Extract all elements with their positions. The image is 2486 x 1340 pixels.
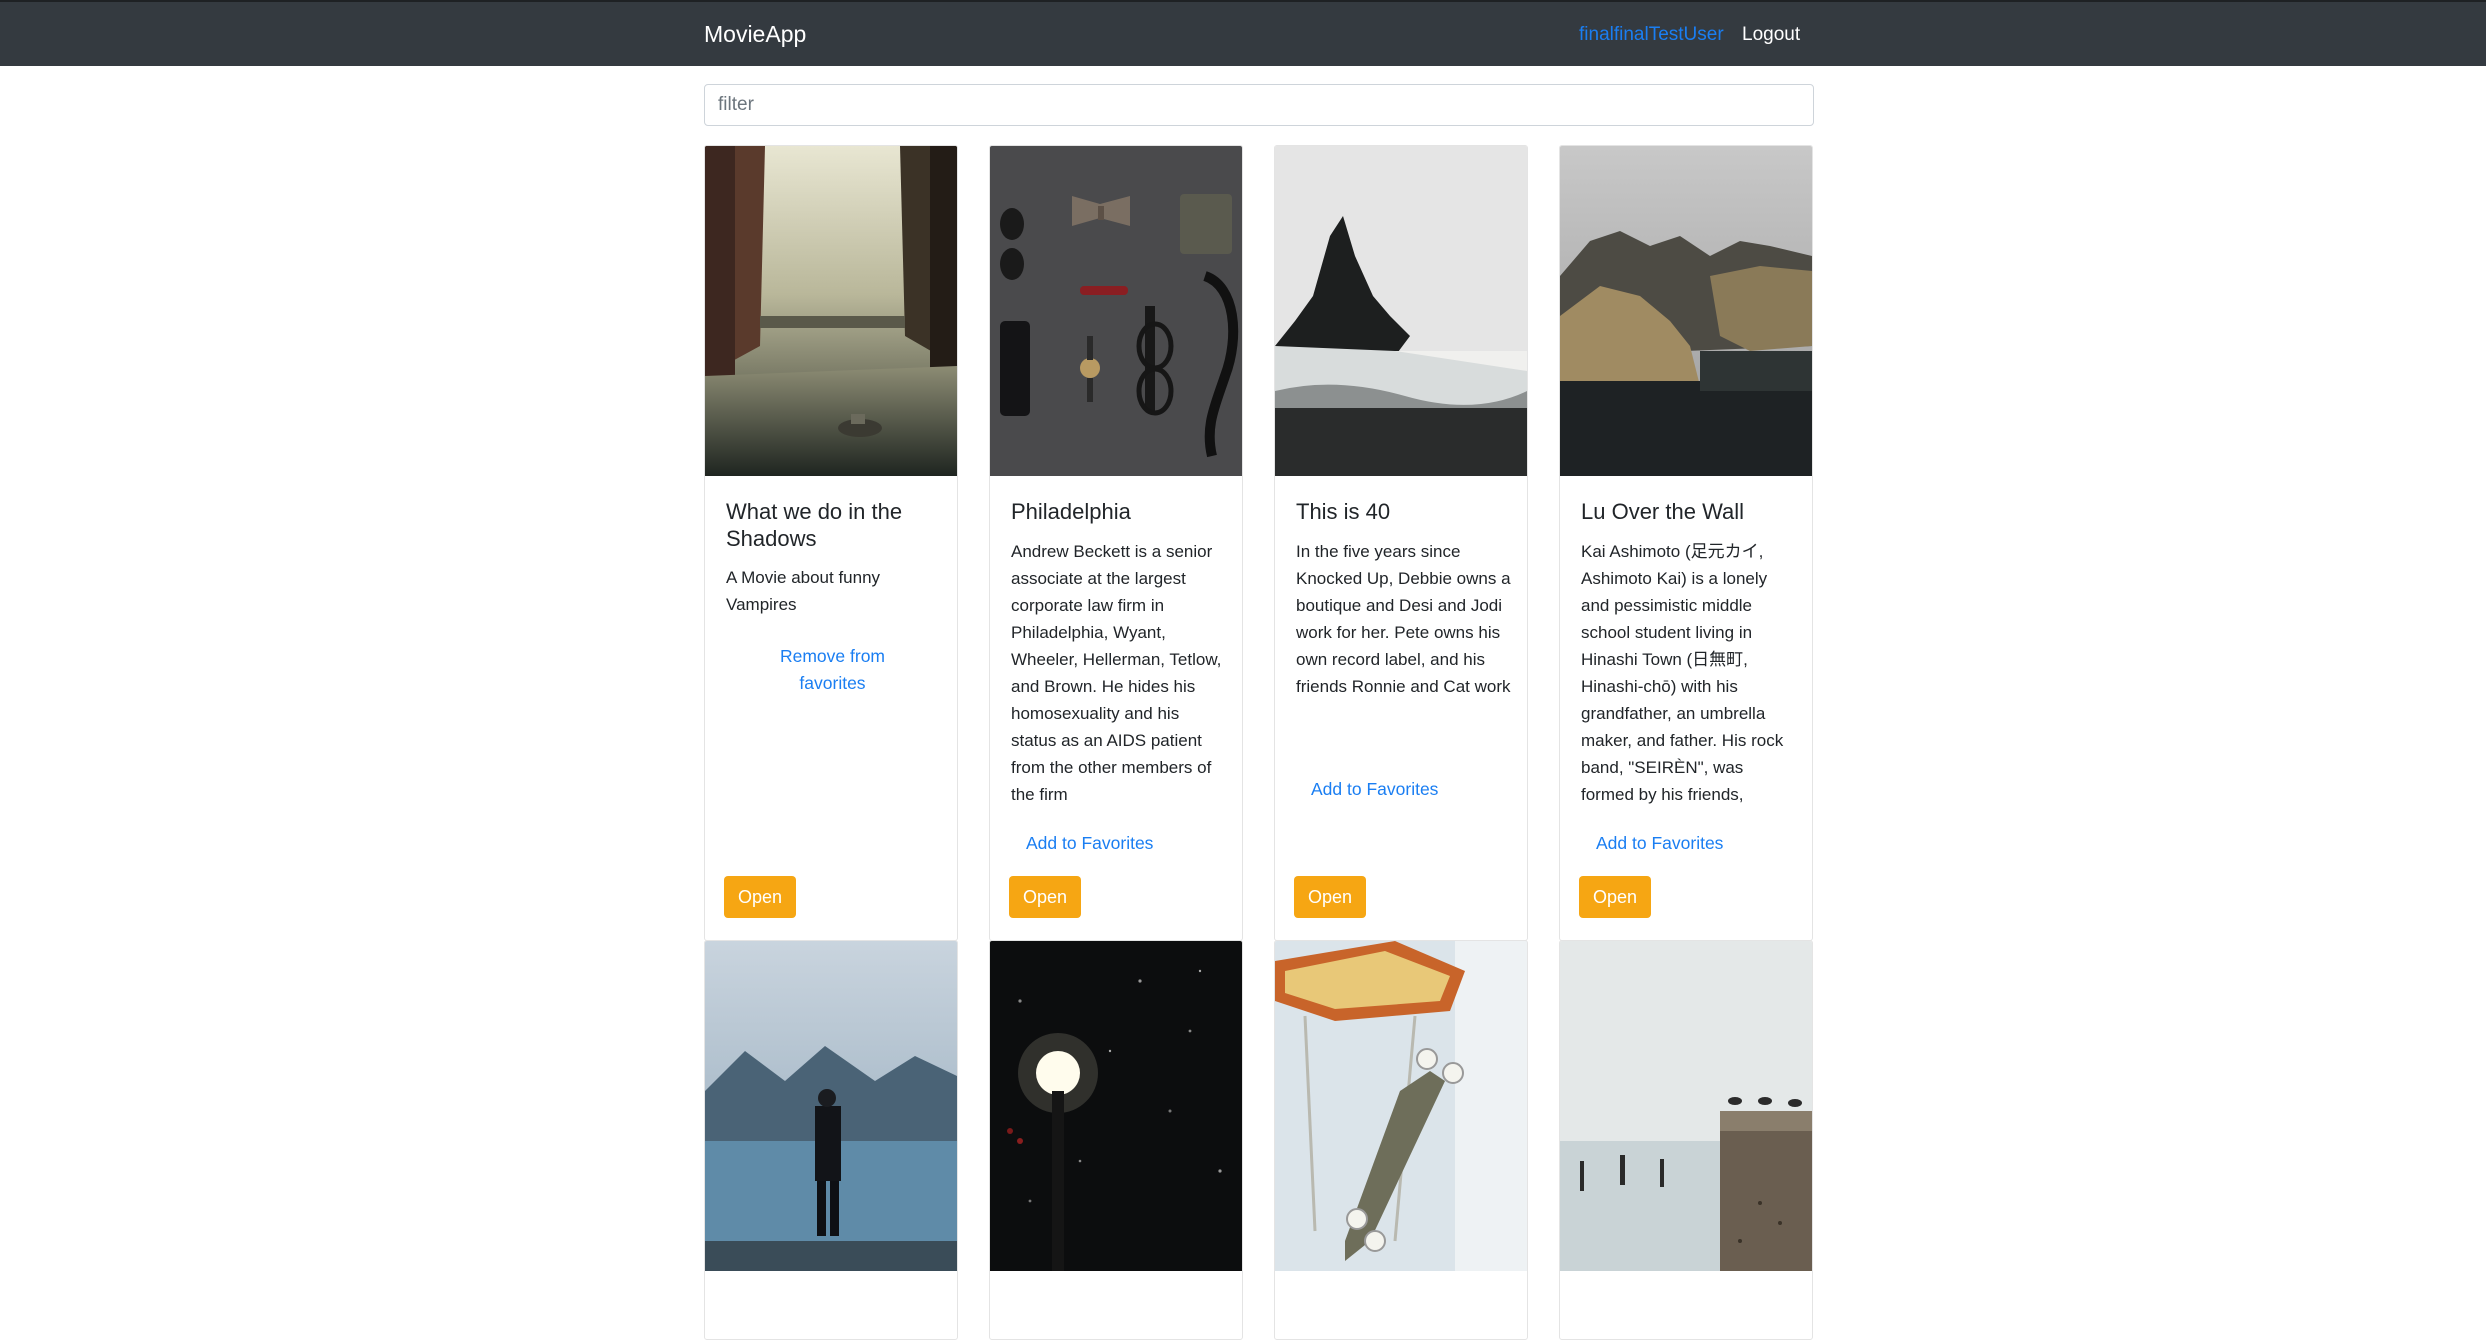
movie-description: In the five years since Knocked Up, Debb… — [1296, 542, 1511, 696]
filter-input[interactable] — [704, 84, 1814, 126]
movie-card: Lu Over the Wall Kai Ashimoto (足元カイ, Ash… — [1559, 145, 1813, 941]
open-button[interactable]: Open — [1579, 876, 1651, 918]
movie-poster-image[interactable] — [1560, 941, 1812, 1271]
movie-poster-image[interactable] — [705, 146, 957, 476]
movie-poster-image[interactable] — [1275, 941, 1527, 1271]
movie-title: Lu Over the Wall — [1581, 499, 1745, 524]
logout-link[interactable]: Logout — [1742, 23, 1800, 47]
movie-poster-image[interactable] — [705, 941, 957, 1271]
movie-description: Kai Ashimoto (足元カイ, Ashimoto Kai) is a l… — [1581, 542, 1784, 804]
brand-logo[interactable]: MovieApp — [704, 20, 806, 48]
movie-card: What we do in the Shadows A Movie about … — [704, 145, 958, 941]
open-button[interactable]: Open — [1009, 876, 1081, 918]
navbar: MovieApp finalfinalTestUser Logout — [0, 0, 2486, 66]
movie-card: Philadelphia Andrew Beckett is a senior … — [989, 145, 1243, 941]
add-to-favorites-link[interactable]: Add to Favorites — [1311, 776, 1438, 803]
movie-title: This is 40 — [1296, 499, 1391, 524]
movie-poster-image[interactable] — [990, 941, 1242, 1271]
movie-card — [1559, 940, 1813, 1340]
open-button[interactable]: Open — [1294, 876, 1366, 918]
movie-card: This is 40 In the five years since Knock… — [1274, 145, 1528, 941]
add-to-favorites-link[interactable]: Add to Favorites — [1596, 830, 1723, 857]
movie-poster-image[interactable] — [990, 146, 1242, 476]
movie-poster-image[interactable] — [1275, 146, 1527, 476]
movie-description: Andrew Beckett is a senior associate at … — [1011, 542, 1222, 804]
movie-title: Philadelphia — [1011, 499, 1131, 524]
movie-card — [704, 940, 958, 1340]
movie-card — [1274, 940, 1528, 1340]
movie-description: A Movie about funny Vampires — [726, 568, 881, 614]
movie-card — [989, 940, 1243, 1340]
movie-title: What we do in the Shadows — [726, 499, 903, 551]
add-to-favorites-link[interactable]: Add to Favorites — [1026, 830, 1153, 857]
remove-from-favorites-link[interactable]: Remove from favorites — [765, 643, 900, 697]
open-button[interactable]: Open — [724, 876, 796, 918]
nav-user-link[interactable]: finalfinalTestUser — [1579, 23, 1724, 47]
movie-poster-image[interactable] — [1560, 146, 1812, 476]
